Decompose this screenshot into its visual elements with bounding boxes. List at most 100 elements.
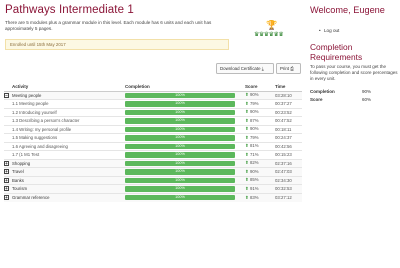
table-row[interactable]: + Grammar reference 100% ⬆ 83% 03:27:12 bbox=[4, 192, 302, 202]
completion-bar: 100% bbox=[125, 118, 235, 124]
row-toggle-cell[interactable]: + bbox=[4, 158, 12, 168]
table-row[interactable]: + Tourism 100% ⬆ 91% 00:32:53 bbox=[4, 184, 302, 193]
score-requirement-value: 60% bbox=[362, 97, 372, 102]
expand-icon[interactable]: + bbox=[4, 186, 9, 192]
trophy-icon: 🏆 ♛♛♛♛♛♛ bbox=[254, 21, 284, 47]
time-value: 00:24:37 bbox=[275, 133, 302, 142]
time-value: 03:28:10 bbox=[275, 90, 302, 100]
expand-icon[interactable]: + bbox=[4, 169, 9, 175]
table-row[interactable]: − Meeting people 100% ⬆ 90% 03:28:10 bbox=[4, 90, 302, 100]
activity-name[interactable]: Shopping bbox=[12, 158, 125, 168]
activity-name: 1.1 Meeting people bbox=[12, 99, 125, 108]
arrow-up-icon: ⬆ bbox=[245, 134, 249, 140]
mini-trophies: ♛♛♛♛♛♛ bbox=[254, 32, 284, 38]
completion-requirement-label: Completion bbox=[310, 89, 335, 94]
completion-requirement-value: 90% bbox=[362, 89, 372, 94]
logout-link[interactable]: Log out bbox=[319, 28, 339, 33]
progress-table: Activity Completion Score Time − Meeting … bbox=[4, 83, 302, 202]
arrow-up-icon: ⬆ bbox=[245, 185, 249, 191]
time-header: Time bbox=[275, 83, 302, 92]
score-value: 79% bbox=[249, 134, 259, 140]
row-toggle-cell[interactable]: + bbox=[4, 184, 12, 193]
completion-cell: 100% bbox=[125, 192, 245, 202]
collapse-icon[interactable]: − bbox=[4, 92, 9, 98]
activity-name: 1.3 Describing a person's character bbox=[12, 116, 125, 125]
row-toggle-cell[interactable]: + bbox=[4, 167, 12, 176]
score-cell: ⬆ 90% bbox=[245, 167, 275, 176]
arrow-up-icon: ⬆ bbox=[245, 177, 249, 183]
time-value: 02:37:16 bbox=[275, 158, 302, 168]
activity-name[interactable]: Banks bbox=[12, 175, 125, 185]
requirements-text: To pass your course, you must get the fo… bbox=[310, 64, 398, 81]
arrow-up-icon: ⬆ bbox=[245, 143, 249, 149]
download-certificate-button[interactable]: Download Certificate ⤓ bbox=[216, 63, 274, 74]
table-row: 1.6 Agreeing and disagreeing 100% ⬆ 81% 00:… bbox=[4, 141, 302, 151]
completion-bar: 100% bbox=[125, 152, 235, 158]
score-value: 90% bbox=[249, 168, 259, 174]
score-value: 71% bbox=[249, 151, 259, 157]
completion-bar: 100% bbox=[125, 143, 235, 149]
completion-cell: 100% bbox=[125, 167, 245, 176]
table-row[interactable]: + Banks 100% ⬆ 85% 02:34:30 bbox=[4, 175, 302, 185]
score-value: 90% bbox=[249, 126, 259, 132]
completion-bar: 100% bbox=[125, 101, 235, 107]
table-row: 1.1 Meeting people 100% ⬆ 79% 00:37:27 bbox=[4, 99, 302, 108]
score-cell: ⬆ 71% bbox=[245, 150, 275, 159]
print-icon: ⎙ bbox=[290, 66, 294, 71]
page-title: Pathways Intermediate 1 bbox=[5, 4, 134, 16]
score-value: 81% bbox=[249, 143, 259, 149]
score-cell: ⬆ 83% bbox=[245, 192, 275, 202]
time-value: 02:47:03 bbox=[275, 167, 302, 176]
row-toggle-cell[interactable]: + bbox=[4, 192, 12, 202]
download-certificate-label: Download Certificate bbox=[220, 66, 261, 71]
sidebar: Welcome, Eugene Log out Completion Requi… bbox=[310, 0, 400, 268]
expand-icon[interactable]: + bbox=[4, 160, 9, 166]
trophy-cup-icon: 🏆 bbox=[266, 20, 278, 30]
main-content: Pathways Intermediate 1 There are 5 modu… bbox=[0, 0, 304, 268]
score-value: 83% bbox=[249, 194, 259, 200]
activity-name: 1.2 Introducing yourself bbox=[12, 107, 125, 117]
activity-header: Activity bbox=[12, 83, 125, 92]
completion-cell: 100% bbox=[125, 141, 245, 151]
activity-name[interactable]: Grammar reference bbox=[12, 192, 125, 202]
row-toggle-cell[interactable]: + bbox=[4, 175, 12, 185]
row-toggle-cell bbox=[4, 107, 12, 117]
table-row[interactable]: + Shopping 100% ⬆ 82% 02:37:16 bbox=[4, 158, 302, 168]
completion-cell: 100% bbox=[125, 124, 245, 134]
table-row: 1.3 Describing a person's character 100% ⬆… bbox=[4, 116, 302, 125]
row-toggle-cell bbox=[4, 99, 12, 108]
completion-bar: 100% bbox=[125, 126, 235, 132]
score-requirement-label: Score bbox=[310, 97, 323, 102]
score-cell: ⬆ 82% bbox=[245, 158, 275, 168]
activity-name[interactable]: Travel bbox=[12, 167, 125, 176]
completion-header: Completion bbox=[125, 83, 245, 92]
row-toggle-cell bbox=[4, 141, 12, 151]
arrow-up-icon: ⬆ bbox=[245, 168, 249, 174]
activity-name[interactable]: Tourism bbox=[12, 184, 125, 193]
table-row: 1.5 Making suggestions 100% ⬆ 79% 00:24:37 bbox=[4, 133, 302, 142]
activity-name: 1.4 Writing: my personal profile bbox=[12, 124, 125, 134]
arrow-up-icon: ⬆ bbox=[245, 117, 249, 123]
completion-cell: 100% bbox=[125, 133, 245, 142]
print-button[interactable]: Print ⎙ bbox=[276, 63, 301, 74]
completion-cell: 100% bbox=[125, 116, 245, 125]
download-icon: ⤓ bbox=[261, 66, 264, 71]
score-cell: ⬆ 81% bbox=[245, 141, 275, 151]
completion-cell: 100% bbox=[125, 90, 245, 100]
completion-cell: 100% bbox=[125, 99, 245, 108]
time-value: 00:32:53 bbox=[275, 184, 302, 193]
requirements-title: Completion Requirements bbox=[310, 42, 363, 62]
expand-icon[interactable]: + bbox=[4, 177, 9, 183]
score-value: 91% bbox=[249, 185, 259, 191]
table-row[interactable]: + Travel 100% ⬆ 90% 02:47:03 bbox=[4, 167, 302, 176]
activity-name[interactable]: Meeting people bbox=[12, 90, 125, 100]
toggle-header bbox=[4, 83, 12, 92]
row-toggle-cell[interactable]: − bbox=[4, 90, 12, 100]
score-cell: ⬆ 85% bbox=[245, 175, 275, 185]
enrolled-notice: Enrolled until 15th May 2017 bbox=[5, 39, 229, 50]
activity-name: 1.7 (1 M1 Test bbox=[12, 150, 125, 159]
expand-icon[interactable]: + bbox=[4, 195, 9, 200]
activity-name: 1.6 Agreeing and disagreeing bbox=[12, 141, 125, 151]
completion-cell: 100% bbox=[125, 175, 245, 185]
table-row: 1.4 Writing: my personal profile 100% ⬆ 90… bbox=[4, 124, 302, 134]
